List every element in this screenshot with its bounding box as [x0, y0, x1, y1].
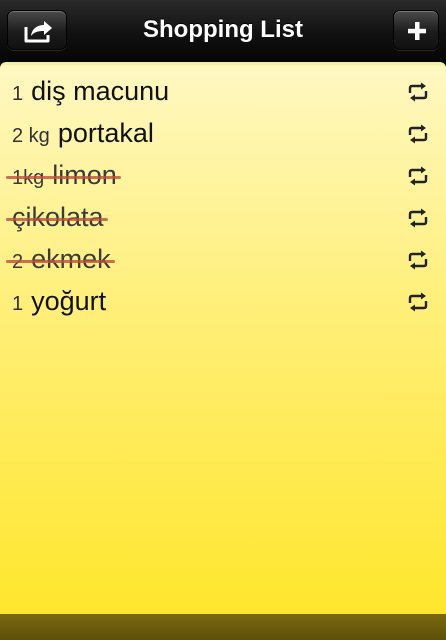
- list-item[interactable]: 1 diş macunu: [0, 71, 446, 113]
- item-name: portakal: [57, 118, 154, 148]
- list-item-text: 2ekmek: [6, 244, 115, 279]
- list-item[interactable]: 2ekmek: [0, 239, 446, 281]
- item-name: limon: [52, 160, 117, 190]
- page-title: Shopping List: [143, 16, 303, 43]
- share-icon: [24, 21, 52, 43]
- list-item[interactable]: 2 kg portakal: [0, 113, 446, 155]
- shopping-list: 1 diş macunu 2 kg portakal 1kglimon çikolata 2…: [0, 71, 446, 323]
- repeat-icon[interactable]: [406, 82, 430, 102]
- list-item-text: çikolata: [6, 202, 108, 237]
- strikethrough-line: [6, 218, 108, 221]
- repeat-icon[interactable]: [406, 292, 430, 312]
- item-name: ekmek: [31, 244, 111, 274]
- repeat-icon[interactable]: [406, 250, 430, 270]
- repeat-icon[interactable]: [406, 166, 430, 186]
- list-item-text: 2 kg portakal: [12, 118, 154, 153]
- strikethrough-line: [6, 176, 121, 179]
- list-item-text: 1 diş macunu: [12, 76, 169, 111]
- app-screen: Shopping List 1 diş macunu 2 kg portakal 1kg…: [0, 0, 446, 640]
- item-quantity: 1: [12, 293, 24, 315]
- list-item[interactable]: çikolata: [0, 197, 446, 239]
- item-quantity: 2 kg: [12, 125, 50, 147]
- repeat-icon[interactable]: [406, 208, 430, 228]
- notepad-bottom-edge: [0, 614, 446, 640]
- item-name: çikolata: [12, 202, 104, 232]
- list-item-text: 1kglimon: [6, 160, 121, 195]
- strikethrough-line: [6, 260, 115, 263]
- add-item-button[interactable]: [393, 10, 439, 50]
- list-item[interactable]: 1 yoğurt: [0, 281, 446, 323]
- repeat-icon[interactable]: [406, 124, 430, 144]
- item-name: diş macunu: [31, 76, 170, 106]
- navigation-bar: Shopping List: [0, 0, 446, 62]
- item-quantity: 1: [12, 83, 24, 105]
- plus-icon: [408, 22, 426, 40]
- share-button[interactable]: [7, 10, 67, 50]
- item-name: yoğurt: [31, 286, 107, 316]
- list-item[interactable]: 1kglimon: [0, 155, 446, 197]
- list-item-text: 1 yoğurt: [12, 286, 106, 321]
- notepad: 1 diş macunu 2 kg portakal 1kglimon çikolata 2…: [0, 62, 446, 614]
